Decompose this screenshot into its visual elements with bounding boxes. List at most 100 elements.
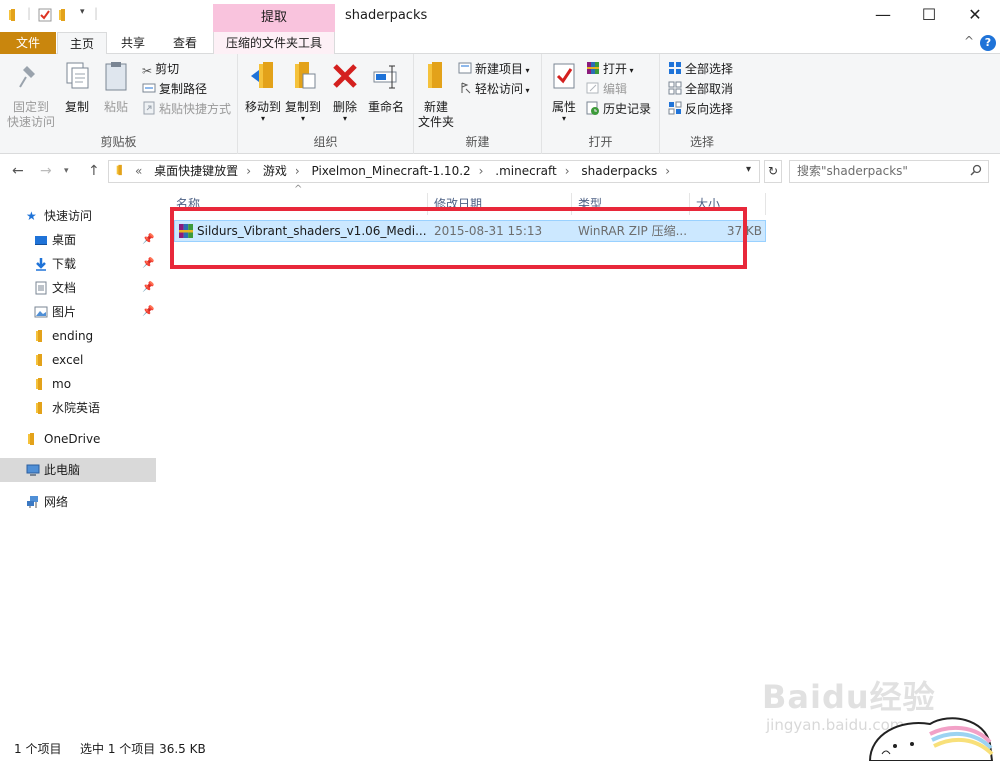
paste-label: 粘贴	[103, 100, 128, 114]
edit-icon	[586, 82, 599, 94]
close-button[interactable]: ✕	[952, 0, 998, 30]
rename-button[interactable]: 重命名	[364, 60, 408, 115]
nav-network[interactable]: 网络	[0, 490, 156, 514]
pin-icon[interactable]: 📌	[142, 228, 154, 252]
properties-button[interactable]: 属性 ▾	[548, 60, 580, 123]
new-folder-label-2: 文件夹	[417, 115, 454, 129]
nav-item-documents[interactable]: 文档 📌	[0, 276, 156, 300]
nav-quick-access[interactable]: ★ 快速访问	[0, 204, 156, 228]
nav-item-folder[interactable]: excel	[0, 348, 156, 372]
nav-label: mo	[52, 377, 72, 391]
breadcrumb-item[interactable]: .minecraft	[495, 164, 556, 178]
address-dropdown-icon[interactable]: ▾	[746, 164, 751, 175]
nav-item-folder[interactable]: 水院英语	[0, 396, 156, 420]
group-organize: 移动到 ▾ 复制到 ▾ 删除 ▾ 重命名 组织	[238, 54, 414, 154]
nav-label: 快速访问	[44, 209, 93, 223]
delete-button[interactable]: 删除 ▾	[330, 60, 360, 123]
folder-icon	[36, 402, 42, 414]
new-item-icon	[458, 62, 472, 74]
minimize-button[interactable]: —	[860, 0, 906, 30]
copy-button[interactable]: 复制	[60, 60, 94, 115]
breadcrumb-item[interactable]: 游戏	[263, 164, 287, 178]
open-button[interactable]: 打开 ▾	[586, 59, 634, 79]
properties-check-icon[interactable]	[38, 8, 52, 22]
copy-path-button[interactable]: 复制路径	[142, 79, 207, 99]
easy-access-label: 轻松访问	[475, 82, 524, 96]
annotation-highlight-box	[170, 207, 747, 269]
nav-item-folder[interactable]: mo	[0, 372, 156, 396]
maximize-button[interactable]: ☐	[906, 0, 952, 30]
chevron-right-icon[interactable]: ›	[479, 164, 484, 178]
paste-shortcut-label: 粘贴快捷方式	[159, 102, 232, 116]
paste-shortcut-button[interactable]: 粘贴快捷方式	[142, 99, 231, 119]
customize-toolbar-icon[interactable]: ▾	[80, 7, 85, 17]
easy-access-button[interactable]: 轻松访问 ▾	[458, 79, 530, 99]
cut-label: 剪切	[155, 62, 180, 76]
move-to-icon	[251, 62, 273, 88]
chevron-right-icon[interactable]: ›	[665, 164, 670, 178]
forward-button[interactable]: →	[40, 163, 52, 179]
tab-view[interactable]: 查看	[162, 32, 208, 54]
paste-button[interactable]: 粘贴	[98, 60, 134, 115]
pin-icon[interactable]: 📌	[142, 252, 154, 276]
address-bar[interactable]: « 桌面快捷键放置 › 游戏 › Pixelmon_Minecraft-1.10.2…	[108, 160, 760, 183]
tab-file[interactable]: 文件	[0, 32, 56, 54]
pin-icon[interactable]: 📌	[142, 276, 154, 300]
up-button[interactable]: ↑	[88, 163, 100, 179]
pin-icon[interactable]: 📌	[142, 300, 154, 324]
chevron-right-icon[interactable]: ›	[295, 164, 300, 178]
collapse-ribbon-button[interactable]: ^	[964, 34, 974, 48]
paste-shortcut-icon	[143, 101, 155, 115]
open-label: 打开	[603, 62, 628, 76]
nav-item-folder[interactable]: ending	[0, 324, 156, 348]
pin-icon	[19, 66, 35, 88]
nav-item-pictures[interactable]: 图片 📌	[0, 300, 156, 324]
new-item-button[interactable]: 新建项目 ▾	[458, 59, 530, 79]
move-to-button[interactable]: 移动到 ▾	[242, 60, 284, 123]
refresh-button[interactable]: ↻	[764, 160, 782, 183]
nav-label: 图片	[52, 305, 77, 319]
recent-locations-icon[interactable]: ▾	[64, 166, 69, 176]
star-icon: ★	[26, 209, 37, 223]
breadcrumb-item[interactable]: shaderpacks	[581, 164, 657, 178]
tab-home[interactable]: 主页	[57, 32, 107, 55]
select-all-label: 全部选择	[685, 62, 734, 76]
pin-quick-access-button[interactable]: 固定到 快速访问	[6, 60, 56, 130]
select-all-button[interactable]: 全部选择	[668, 59, 733, 79]
breadcrumb-item[interactable]: Pixelmon_Minecraft-1.10.2	[311, 164, 470, 178]
cut-button[interactable]: ✂ 剪切	[142, 59, 179, 79]
search-input[interactable]: 搜索"shaderpacks"	[789, 160, 989, 183]
select-none-button[interactable]: 全部取消	[668, 79, 733, 99]
tab-share[interactable]: 共享	[110, 32, 156, 54]
breadcrumb-item[interactable]: 桌面快捷键放置	[154, 164, 238, 178]
tab-compressed-folder-tools[interactable]: 压缩的文件夹工具	[213, 32, 335, 54]
chevron-right-icon[interactable]: ›	[246, 164, 251, 178]
breadcrumb-overflow[interactable]: «	[135, 164, 142, 178]
copy-to-button[interactable]: 复制到 ▾	[282, 60, 324, 123]
edit-button[interactable]: 编辑	[586, 79, 627, 99]
group-select: 全部选择 全部取消 反向选择 选择	[660, 54, 744, 154]
back-button[interactable]: ←	[12, 163, 24, 179]
nav-item-downloads[interactable]: 下载 📌	[0, 252, 156, 276]
nav-onedrive[interactable]: OneDrive	[0, 427, 156, 451]
rename-icon	[373, 65, 397, 89]
help-button[interactable]: ?	[980, 35, 996, 51]
easy-access-icon	[461, 82, 471, 94]
nav-item-desktop[interactable]: 桌面 📌	[0, 228, 156, 252]
navigation-bar: ← → ▾ ↑ « 桌面快捷键放置 › 游戏 › Pixelmon_Minecraf…	[0, 156, 1000, 186]
invert-selection-button[interactable]: 反向选择	[668, 99, 733, 119]
delete-dropdown-icon: ▾	[342, 114, 347, 123]
history-button[interactable]: 历史记录	[586, 99, 651, 119]
folder-icon[interactable]	[8, 8, 22, 22]
chevron-right-icon[interactable]: ›	[565, 164, 570, 178]
properties-icon	[553, 63, 575, 89]
search-icon[interactable]	[970, 164, 982, 176]
new-folder-button[interactable]: 新建 文件夹	[416, 60, 456, 130]
rename-label: 重命名	[367, 100, 404, 114]
nav-this-pc[interactable]: 此电脑	[0, 458, 156, 482]
nav-label: 此电脑	[44, 463, 81, 477]
copy-label: 复制	[64, 100, 89, 114]
status-selection: 选中 1 个项目 36.5 KB	[80, 742, 206, 756]
new-folder-icon[interactable]	[58, 8, 72, 22]
document-icon	[35, 281, 47, 295]
